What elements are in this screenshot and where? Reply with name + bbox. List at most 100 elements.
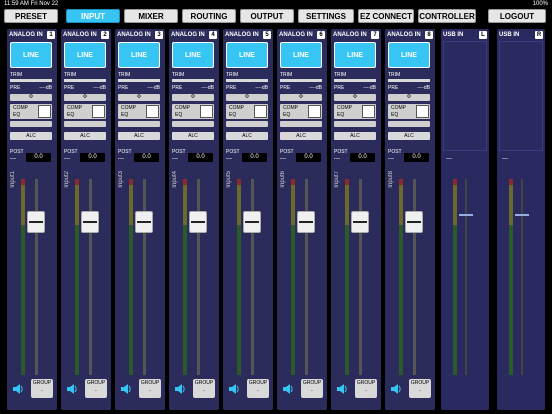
line-button[interactable]: LINE [388,42,430,68]
group-button[interactable]: GROUP - [85,379,107,398]
nav-preset[interactable]: PRESET [4,9,58,23]
nav-ezconnect[interactable]: EZ CONNECT [358,9,414,23]
speaker-icon[interactable] [173,382,187,396]
alc-button[interactable]: ALC [388,132,430,140]
nav-output[interactable]: OUTPUT [240,9,294,23]
group-button[interactable]: GROUP - [301,379,323,398]
phase-button[interactable]: Φ [226,94,268,101]
speaker-icon[interactable] [335,382,349,396]
phase-button[interactable]: Φ [388,94,430,101]
eq-label: EQ [175,112,183,118]
trim-slider[interactable] [64,79,106,82]
speaker-icon[interactable] [227,382,241,396]
usb-panel [443,41,487,151]
group-button[interactable]: GROUP - [31,379,53,398]
trim-label: TRIM [388,72,401,78]
speaker-icon[interactable] [65,382,79,396]
line-button[interactable]: LINE [226,42,268,68]
eq-bar[interactable] [334,121,376,127]
phase-button[interactable]: Φ [118,94,160,101]
fader-zone: Input1 [9,169,55,375]
nav-controller[interactable]: CONTROLLER [418,9,476,23]
comp-eq-panel[interactable]: COMP EQ [64,104,106,119]
comp-eq-panel[interactable]: COMP EQ [280,104,322,119]
trim-slider[interactable] [118,79,160,82]
fader-knob[interactable] [189,211,207,233]
nav-logout[interactable]: LOGOUT [488,9,546,23]
fader-knob[interactable] [405,211,423,233]
channel-header: ANALOG IN 7 [333,31,379,40]
trim-slider[interactable] [172,79,214,82]
channel-strip: ANALOG IN 1 LINE TRIM PRE ----dB Φ COMP E… [7,29,57,410]
group-button[interactable]: GROUP - [355,379,377,398]
post-meter-readout: --- [388,156,394,162]
fader-knob[interactable] [135,211,153,233]
speaker-icon[interactable] [389,382,403,396]
speaker-icon[interactable] [119,382,133,396]
eq-bar[interactable] [64,121,106,127]
speaker-icon[interactable] [281,382,295,396]
speaker-icon[interactable] [11,382,25,396]
phase-button[interactable]: Φ [280,94,322,101]
trim-slider[interactable] [334,79,376,82]
fader-knob[interactable] [81,211,99,233]
nav-routing[interactable]: ROUTING [182,9,236,23]
phase-button[interactable]: Φ [334,94,376,101]
comp-eq-panel[interactable]: COMP EQ [388,104,430,119]
phase-button[interactable]: Φ [172,94,214,101]
nav-mixer[interactable]: MIXER [124,9,178,23]
fader-knob[interactable] [297,211,315,233]
alc-button[interactable]: ALC [334,132,376,140]
eq-bar[interactable] [172,121,214,127]
usb-level-meter [453,179,457,375]
comp-eq-panel[interactable]: COMP EQ [10,104,52,119]
trim-label: TRIM [172,72,185,78]
comp-eq-panel[interactable]: COMP EQ [118,104,160,119]
fader-knob[interactable] [351,211,369,233]
eq-bar[interactable] [226,121,268,127]
channel-strip: ANALOG IN 5 LINE TRIM PRE ----dB Φ COMP E… [223,29,273,410]
line-button[interactable]: LINE [172,42,214,68]
fader-knob[interactable] [243,211,261,233]
line-button[interactable]: LINE [118,42,160,68]
post-value: 0.0 [350,153,375,162]
trim-slider[interactable] [280,79,322,82]
line-button[interactable]: LINE [334,42,376,68]
eq-label: EQ [229,112,237,118]
trim-slider[interactable] [10,79,52,82]
comp-eq-panel[interactable]: COMP EQ [334,104,376,119]
trim-slider[interactable] [226,79,268,82]
post-label: POST [10,149,24,155]
group-button[interactable]: GROUP - [139,379,161,398]
alc-button[interactable]: ALC [10,132,52,140]
usb-channel: R [535,31,543,39]
group-button[interactable]: GROUP - [247,379,269,398]
usb-panel [499,41,543,151]
level-meter [129,179,133,375]
eq-bar[interactable] [10,121,52,127]
group-button[interactable]: GROUP - [193,379,215,398]
phase-button[interactable]: Φ [64,94,106,101]
line-button[interactable]: LINE [64,42,106,68]
alc-button[interactable]: ALC [226,132,268,140]
eq-bar[interactable] [118,121,160,127]
nav-input[interactable]: INPUT [66,9,120,23]
comp-eq-panel[interactable]: COMP EQ [172,104,214,119]
trim-slider[interactable] [388,79,430,82]
eq-bar[interactable] [280,121,322,127]
alc-button[interactable]: ALC [172,132,214,140]
alc-button[interactable]: ALC [280,132,322,140]
comp-eq-panel[interactable]: COMP EQ [226,104,268,119]
usb-fader[interactable] [515,214,529,216]
line-button[interactable]: LINE [280,42,322,68]
group-button[interactable]: GROUP - [409,379,431,398]
line-button[interactable]: LINE [10,42,52,68]
eq-bar[interactable] [388,121,430,127]
fader-knob[interactable] [27,211,45,233]
alc-button[interactable]: ALC [64,132,106,140]
post-meter-readout: --- [334,156,340,162]
nav-settings[interactable]: SETTINGS [298,9,354,23]
usb-fader[interactable] [459,214,473,216]
alc-button[interactable]: ALC [118,132,160,140]
phase-button[interactable]: Φ [10,94,52,101]
